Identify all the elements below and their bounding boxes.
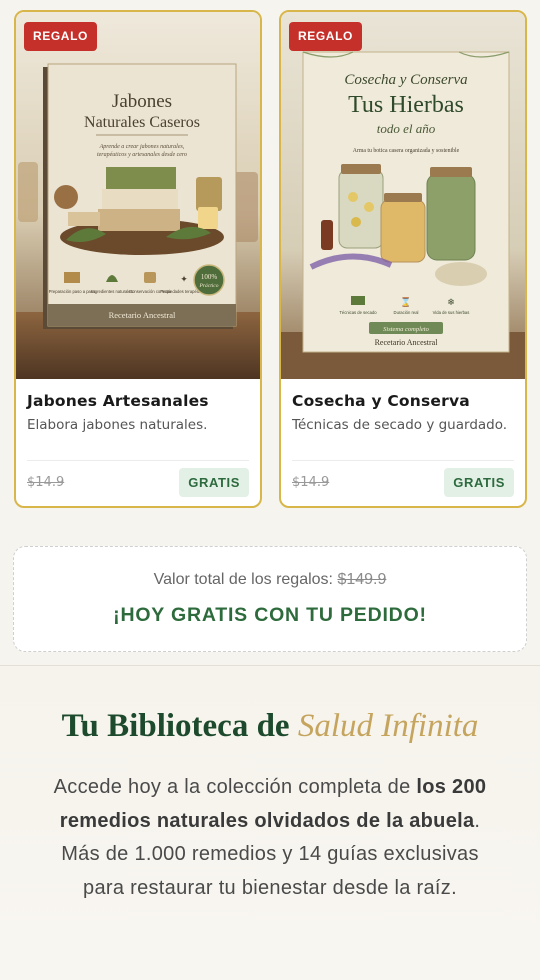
drying-rack-icon: [351, 296, 365, 305]
gift-card-cosecha[interactable]: Cosecha y Conserva Tus Hierbas todo el a…: [279, 10, 527, 508]
gift-badge: REGALO: [289, 22, 362, 51]
hourglass-icon: ⌛: [400, 296, 411, 307]
free-today-cta: ¡HOY GRATIS CON TU PEDIDO!: [113, 604, 427, 626]
jar-icon: [144, 272, 156, 283]
cover-feature: Duración real: [394, 310, 419, 315]
cover-subtitle-line2: terapéuticos y artesanales desde cero: [97, 152, 187, 158]
gift-cards: Jabones Naturales Caseros Aprende a crea…: [14, 10, 528, 508]
cover-feature: Técnicas de secado: [339, 310, 377, 315]
cover-banner: Sistema completo: [383, 326, 429, 333]
total-value-line: Valor total de los regalos: $149.9: [14, 571, 526, 589]
cover-footer: Recetario Ancestral: [375, 338, 439, 347]
candle-jar-icon: [196, 177, 222, 211]
library-section: Tu Biblioteca de Salud Infinita Accede h…: [0, 666, 540, 980]
gift-card-jabones[interactable]: Jabones Naturales Caseros Aprende a crea…: [14, 10, 262, 508]
cover-subtitle-line1: Aprende a crear jabones naturales,: [99, 144, 185, 150]
para-text-1: Accede hoy a la colección completa de: [53, 776, 411, 798]
gift-badge: REGALO: [24, 22, 97, 51]
free-badge: GRATIS: [444, 468, 514, 497]
card-divider: [27, 460, 249, 461]
cover-title-line1: Jabones: [112, 91, 172, 112]
cosecha-book-cover: Cosecha y Conserva Tus Hierbas todo el a…: [281, 12, 525, 379]
heading-accent: Salud Infinita: [297, 708, 479, 744]
original-price: $14.9: [292, 475, 330, 490]
card-divider: [292, 460, 514, 461]
seal-text-1: 100%: [201, 273, 218, 281]
cover-footer: Recetario Ancestral: [109, 310, 176, 320]
card-description: Técnicas de secado y guardado.: [292, 417, 508, 433]
cover-title-line2: Naturales Caseros: [84, 114, 200, 131]
cover-feature: Preparación paso a paso: [49, 289, 96, 294]
gift-total-box: Valor total de los regalos: $149.9 ¡HOY …: [13, 546, 527, 652]
seal-text-2: Práctico: [199, 283, 219, 289]
cover-title-line1: Cosecha y Conserva: [344, 72, 467, 88]
original-price: $14.9: [27, 475, 65, 490]
herb-jar-icon: [338, 169, 384, 249]
card-description: Elabora jabones naturales.: [27, 417, 208, 433]
total-label: Valor total de los regalos:: [153, 571, 333, 588]
herb-jar-icon: [380, 199, 426, 263]
card-title: Cosecha y Conserva: [292, 392, 470, 410]
soap-bar-icon: [106, 167, 176, 189]
card-title: Jabones Artesanales: [27, 392, 209, 410]
cover-title-line2: Tus Hierbas: [348, 92, 464, 118]
cover-feature: Ingredientes naturales: [91, 289, 132, 294]
free-badge: GRATIS: [179, 468, 249, 497]
sparkle-icon: ✦: [180, 274, 188, 284]
library-description: Accede hoy a la colección completa de lo…: [40, 771, 500, 905]
jabones-book-cover: Jabones Naturales Caseros Aprende a crea…: [16, 12, 260, 379]
cover-feature: Vida de sus hierbas: [433, 310, 470, 315]
total-value: $149.9: [337, 571, 387, 588]
snowflake-icon: ❄: [447, 297, 455, 307]
herb-jar-icon: [426, 173, 476, 261]
heading-plain: Tu Biblioteca de: [61, 708, 290, 744]
library-heading: Tu Biblioteca de Salud Infinita: [0, 708, 540, 745]
cover-title-line3: todo el año: [377, 121, 436, 136]
cover-subtitle: Arma tu botica casera organizada y soste…: [353, 148, 460, 154]
feature-box-icon: [64, 272, 80, 283]
